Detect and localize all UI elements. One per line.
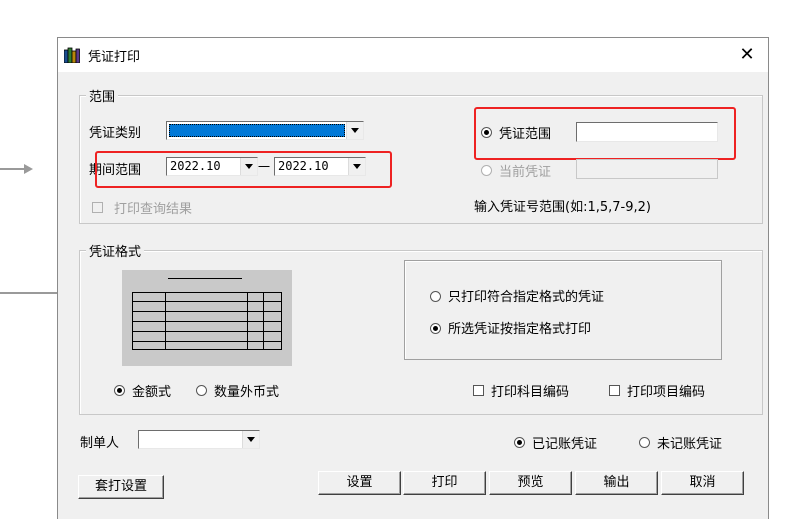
background-arrow-line	[0, 168, 26, 170]
print-button[interactable]: 打印	[403, 471, 486, 495]
print-subject-code-checkbox[interactable]	[473, 385, 484, 396]
voucher-type-label: 凭证类别	[89, 126, 142, 141]
format-group-legend: 凭证格式	[86, 241, 145, 260]
chevron-down-icon[interactable]	[346, 122, 363, 139]
foreign-currency-radio[interactable]	[196, 385, 207, 396]
range-group-legend: 范围	[86, 86, 119, 105]
settings-button[interactable]: 设置	[318, 471, 401, 495]
arrow-head-icon	[24, 164, 33, 174]
current-voucher-field	[576, 159, 718, 179]
all-by-format-radio[interactable]	[430, 323, 441, 334]
export-button[interactable]: 输出	[575, 471, 658, 495]
preview-table-grid	[132, 292, 282, 350]
voucher-type-selection	[169, 124, 345, 137]
print-item-code-label: 打印项目编码	[627, 385, 706, 400]
title-bar: 凭证打印 ✕	[58, 38, 768, 72]
posted-voucher-label: 已记账凭证	[532, 437, 598, 452]
chevron-down-icon[interactable]	[242, 431, 259, 448]
voucher-range-highlight-box	[474, 107, 736, 160]
specified-format-only-label: 只打印符合指定格式的凭证	[448, 290, 605, 305]
voucher-format-preview	[122, 270, 292, 366]
print-query-result-checkbox[interactable]	[92, 202, 103, 213]
period-highlight-box	[95, 151, 392, 188]
background-line	[0, 292, 57, 294]
amount-style-radio[interactable]	[114, 385, 125, 396]
voucher-print-dialog: 凭证打印 ✕ 范围 凭证类别 期间范围 2022.10 一 2022.10 打印…	[57, 37, 769, 519]
unposted-voucher-label: 未记账凭证	[657, 437, 723, 452]
preview-button[interactable]: 预览	[489, 471, 572, 495]
format-options-box	[404, 260, 722, 360]
preview-title-line	[168, 278, 242, 279]
foreign-currency-label: 数量外币式	[214, 385, 280, 400]
close-icon[interactable]: ✕	[734, 42, 760, 68]
posted-voucher-radio[interactable]	[514, 437, 525, 448]
print-query-result-label: 打印查询结果	[114, 202, 193, 217]
template-setup-button[interactable]: 套打设置	[78, 475, 164, 499]
maker-select[interactable]	[138, 430, 260, 449]
print-subject-code-label: 打印科目编码	[491, 385, 570, 400]
maker-label: 制单人	[80, 436, 120, 451]
voucher-type-select[interactable]	[166, 121, 364, 140]
all-by-format-label: 所选凭证按指定格式打印	[448, 322, 592, 337]
current-voucher-label: 当前凭证	[499, 165, 552, 180]
specified-format-only-radio[interactable]	[430, 291, 441, 302]
app-books-icon	[63, 47, 80, 64]
current-voucher-radio[interactable]	[481, 165, 492, 176]
unposted-voucher-radio[interactable]	[639, 437, 650, 448]
amount-style-label: 金额式	[132, 385, 172, 400]
dialog-title: 凭证打印	[88, 50, 141, 65]
cancel-button[interactable]: 取消	[661, 471, 744, 495]
print-item-code-checkbox[interactable]	[609, 385, 620, 396]
range-hint-text: 输入凭证号范围(如:1,5,7-9,2)	[474, 200, 651, 215]
